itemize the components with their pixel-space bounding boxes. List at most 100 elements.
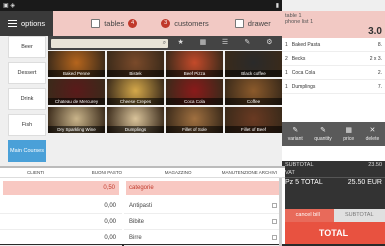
subtotal-value: 23.50 xyxy=(368,162,382,168)
delete-button[interactable]: ✕ delete xyxy=(366,126,380,142)
product-label: Cheese Crepes xyxy=(107,98,164,105)
nav-customers[interactable]: 3 customers xyxy=(153,11,217,36)
laptop-values: 0,50 0,00 0,00 0,00 xyxy=(0,178,122,246)
menu-icon xyxy=(8,20,17,27)
category-row-label: Bibite xyxy=(129,219,144,225)
variant-button[interactable]: ✎ variant xyxy=(288,126,303,142)
product-tile[interactable]: Chateau de Mercurey xyxy=(48,79,105,105)
category-beer[interactable]: Beer xyxy=(8,36,46,58)
subtotal-label: SUBTOTAL xyxy=(285,162,314,168)
laptop-screen: CLIENTI BUONI PASTO MAGAZZINO MANUTENZIO… xyxy=(0,166,285,244)
cancel-bill-button[interactable]: cancel bill xyxy=(282,209,334,222)
product-tile[interactable]: Coca Cola xyxy=(166,79,223,105)
close-icon: ✕ xyxy=(370,126,376,134)
product-tile[interactable]: Fillet of Beef xyxy=(225,107,282,133)
pencil-icon: ✎ xyxy=(320,126,326,134)
list-view-icon[interactable]: ☰ xyxy=(215,38,234,48)
delete-label: delete xyxy=(366,136,380,142)
nav-options-label: options xyxy=(21,19,45,28)
laptop-categories: categorie Antipasti Bibite Birre xyxy=(124,178,282,246)
product-toolbar: ⌕ ★ ▦ ☰ ✎ ⚙ xyxy=(48,36,282,50)
price-button[interactable]: ▦ price xyxy=(343,126,354,142)
variant-label: variant xyxy=(288,136,303,142)
receipt-total-top: 3.0 xyxy=(368,26,382,37)
drawer-icon xyxy=(235,19,244,28)
subtotal-button[interactable]: SUBTOTAL xyxy=(334,209,385,222)
receipt-line[interactable]: 1 Baked Pasta 8. xyxy=(282,38,385,52)
line-price: 2. xyxy=(378,70,382,76)
product-label: Chateau de Mercurey xyxy=(48,98,105,105)
search-icon: ⌕ xyxy=(163,40,166,47)
product-tile[interactable]: Black coffee xyxy=(225,51,282,77)
product-search[interactable]: ⌕ xyxy=(51,39,168,48)
category-row-label: Birre xyxy=(129,235,142,241)
top-navigation: options tables 4 3 customers drawer xyxy=(0,11,282,36)
star-icon[interactable]: ★ xyxy=(171,38,190,48)
total-label: Pz 5 TOTAL xyxy=(285,179,323,186)
category-row[interactable]: Bibite xyxy=(124,214,282,230)
price-label: price xyxy=(343,136,354,142)
quantity-button[interactable]: ✎ quantity xyxy=(314,126,332,142)
tables-badge: 4 xyxy=(128,19,137,28)
category-fish[interactable]: Fish xyxy=(8,114,46,136)
menu-buoni-pasto[interactable]: BUONI PASTO xyxy=(71,170,142,175)
receipt-line[interactable]: 1 Coca Cola 2. xyxy=(282,66,385,80)
product-label: Dry Sparkling Wine xyxy=(48,126,105,133)
value-row: 0,00 xyxy=(0,214,122,230)
product-label: Coffee xyxy=(225,98,282,105)
product-tile[interactable]: Bistek xyxy=(107,51,164,77)
battery-icon: ▮ xyxy=(276,2,279,9)
total-button[interactable]: TOTAL xyxy=(282,222,385,244)
quantity-label: quantity xyxy=(314,136,332,142)
product-label: Black coffee xyxy=(225,70,282,77)
receipt-actions: ✎ variant ✎ quantity ▦ price ✕ delete xyxy=(282,122,385,146)
line-name: Dumplings xyxy=(288,84,378,90)
category-header: categorie xyxy=(126,181,280,195)
product-tile[interactable]: Baked Penne xyxy=(48,51,105,77)
receipt-panel: table 1 phone list 1 3.0 1 Baked Pasta 8… xyxy=(282,11,385,244)
nav-tables[interactable]: tables 4 xyxy=(83,11,145,36)
edit-icon[interactable]: ✎ xyxy=(238,38,257,48)
menu-manutenzione[interactable]: MANUTENZIONE ARCHIVI xyxy=(214,170,285,175)
receipt-line[interactable]: 1 Dumplings 7. xyxy=(282,80,385,94)
product-tile[interactable]: Beef Pizza xyxy=(166,51,223,77)
product-tile[interactable]: Dumplings xyxy=(107,107,164,133)
checkbox[interactable] xyxy=(272,203,277,208)
checkbox[interactable] xyxy=(272,235,277,240)
receipt-summary: SUBTOTAL 23.50 VAT Pz 5 TOTAL 25.50 EUR xyxy=(282,161,385,209)
nav-drawer[interactable]: drawer xyxy=(227,11,279,36)
status-bar: ▣ ◈ ▮ xyxy=(0,0,282,11)
line-name: Baked Pasta xyxy=(288,42,378,48)
product-tile[interactable]: Dry Sparkling Wine xyxy=(48,107,105,133)
checkbox[interactable] xyxy=(272,219,277,224)
nav-tables-label: tables xyxy=(104,19,124,28)
receipt-line[interactable]: 2 Becks 2 x 3. xyxy=(282,52,385,66)
product-tile[interactable]: Coffee xyxy=(225,79,282,105)
value-input[interactable]: 0,50 xyxy=(3,181,119,195)
receipt-phone: phone list 1 xyxy=(285,19,382,25)
tag-icon: ▦ xyxy=(345,126,352,134)
nav-options[interactable]: options xyxy=(0,11,53,36)
product-label: Coca Cola xyxy=(166,98,223,105)
product-label: Fillet of Sole xyxy=(166,126,223,133)
customers-badge: 3 xyxy=(161,19,170,28)
product-label: Beef Pizza xyxy=(166,70,223,77)
menu-clienti[interactable]: CLIENTI xyxy=(0,170,71,175)
category-row[interactable]: Antipasti xyxy=(124,198,282,214)
product-label: Dumplings xyxy=(107,126,164,133)
category-drink[interactable]: Drink xyxy=(8,88,46,110)
product-tile[interactable]: Cheese Crepes xyxy=(107,79,164,105)
scrollbar[interactable] xyxy=(279,178,282,246)
receipt-lines: 1 Baked Pasta 8. 2 Becks 2 x 3. 1 Coca C… xyxy=(282,38,385,104)
product-tile[interactable]: Fillet of Sole xyxy=(166,107,223,133)
value-row: 0,00 xyxy=(0,198,122,214)
subtotal-row: SUBTOTAL 23.50 xyxy=(282,161,385,169)
category-dessert[interactable]: Dessert xyxy=(8,62,46,84)
settings-icon[interactable]: ⚙ xyxy=(260,38,279,48)
nav-customers-label: customers xyxy=(174,19,209,28)
menu-magazzino[interactable]: MAGAZZINO xyxy=(143,170,214,175)
tables-icon xyxy=(91,19,100,28)
grid-view-icon[interactable]: ▦ xyxy=(193,38,212,48)
nav-drawer-label: drawer xyxy=(248,19,271,28)
category-main-courses[interactable]: Main Courses xyxy=(8,140,46,162)
